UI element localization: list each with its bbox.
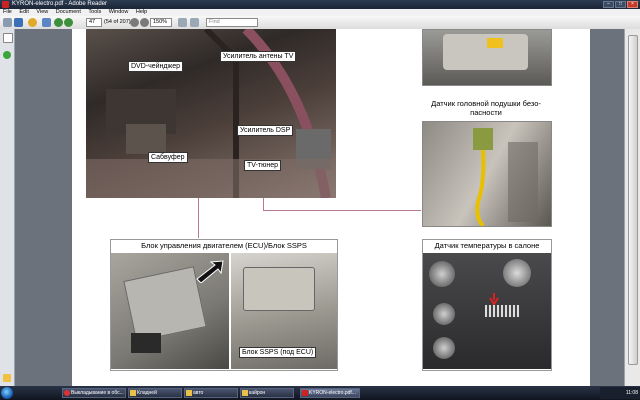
label-tv-antenna-amp: Усилитель антены TV <box>220 51 297 62</box>
menu-tools[interactable]: Tools <box>88 9 101 15</box>
system-tray: 11:08 <box>600 387 640 399</box>
car-interior-photo: DVD-чейнджер Усилитель антены TV Усилите… <box>86 29 336 198</box>
zoom-in-icon[interactable] <box>140 18 149 27</box>
toolbar: 47 (54 of 207) 150% Find <box>0 16 640 30</box>
menu-window[interactable]: Window <box>109 9 129 15</box>
headrest-sensor-caption: Датчик головной подушки безо- пасности <box>431 99 541 117</box>
taskbar-item-5[interactable]: KYRON-electro.pdf... <box>300 388 360 398</box>
collaborate-icon[interactable] <box>28 18 37 27</box>
leader-line-headrest-vertical <box>263 198 264 210</box>
zoom-select[interactable]: 150% <box>150 18 172 27</box>
red-arrow-icon <box>489 293 499 305</box>
knob-bottom-left <box>433 337 455 359</box>
leader-line-ecu <box>198 198 199 238</box>
temp-sensor-caption: Датчик температуры в салоне <box>434 241 540 250</box>
headrest-sensor-drawing <box>473 128 538 226</box>
document-viewer: DVD-чейнджер Усилитель антены TV Усилите… <box>15 29 624 386</box>
ecu-panel: Блок управления двигателем (ECU)/Блок SS… <box>110 239 338 371</box>
knob-top-right <box>503 259 531 287</box>
ssps-unit <box>243 267 315 311</box>
folder-icon <box>242 390 248 396</box>
navigation-pane <box>0 29 15 386</box>
label-ssps: Блок SSPS (под ECU) <box>239 347 317 358</box>
menu-view[interactable]: View <box>36 9 48 15</box>
page-count: (54 of 207) <box>104 19 131 25</box>
attachments-icon[interactable] <box>3 51 11 59</box>
leader-line-headrest-horizontal <box>263 210 421 211</box>
label-subwoofer: Сабвуфер <box>148 152 188 163</box>
taskbar: Выкладывание в обс... Кладней авто кайро… <box>0 386 640 400</box>
vertical-scrollbar[interactable] <box>624 29 640 386</box>
taskbar-item-3[interactable]: авто <box>184 388 238 398</box>
temp-sensor-photo <box>423 253 551 369</box>
knob-top-left <box>429 261 455 287</box>
menu-document[interactable]: Document <box>56 9 81 15</box>
taskbar-item-2[interactable]: Кладней <box>128 388 182 398</box>
ecu-connector <box>131 333 161 353</box>
menu-file[interactable]: File <box>3 9 12 15</box>
adobe-reader-icon <box>2 1 9 8</box>
menu-help[interactable]: Help <box>136 9 147 15</box>
next-page-icon[interactable] <box>64 18 73 27</box>
label-tv-tuner: TV-тюнер <box>244 160 281 171</box>
adobe-reader-icon <box>302 390 308 396</box>
previous-page-icon[interactable] <box>54 18 63 27</box>
taskbar-item-4[interactable]: кайрон <box>240 388 294 398</box>
temp-sensor-panel: Датчик температуры в салоне <box>422 239 552 371</box>
arrow-icon <box>196 260 224 283</box>
knob-middle-left <box>433 303 455 325</box>
headrest-sensor-photo <box>422 121 552 227</box>
comments-icon[interactable] <box>3 374 11 382</box>
airbag-module-photo <box>422 29 552 86</box>
title-bar: KYRON-electro.pdf - Adobe Reader – □ × <box>0 0 640 9</box>
fit-page-icon[interactable] <box>178 18 187 27</box>
scrollbar-thumb[interactable] <box>628 35 638 365</box>
ecu-caption: Блок управления двигателем (ECU)/Блок SS… <box>141 241 307 250</box>
fit-width-icon[interactable] <box>190 18 199 27</box>
label-dsp-amp: Усилитель DSP <box>237 125 294 136</box>
find-input[interactable]: Find <box>206 18 258 27</box>
label-dvd-changer: DVD-чейнджер <box>128 61 183 72</box>
window-title: KYRON-electro.pdf - Adobe Reader <box>12 1 108 7</box>
warning-sticker <box>487 38 503 48</box>
clock[interactable]: 11:08 <box>626 390 638 396</box>
pages-icon[interactable] <box>3 33 13 43</box>
minimize-button[interactable]: – <box>603 1 614 8</box>
folder-icon <box>130 390 136 396</box>
ssps-photo: Блок SSPS (под ECU) <box>231 253 337 369</box>
folder-icon <box>186 390 192 396</box>
select-tool-icon[interactable] <box>42 18 51 27</box>
airbag-module-box <box>443 34 528 70</box>
maximize-button[interactable]: □ <box>615 1 626 8</box>
pdf-page: DVD-чейнджер Усилитель антены TV Усилите… <box>72 29 590 386</box>
car-interior-drawing <box>86 29 336 198</box>
page-number-input[interactable]: 47 <box>86 18 102 27</box>
taskbar-item-1[interactable]: Выкладывание в обс... <box>62 388 126 398</box>
menu-bar: File Edit View Document Tools Window Hel… <box>0 9 640 16</box>
email-icon[interactable] <box>14 18 23 27</box>
print-icon[interactable] <box>3 18 12 27</box>
zoom-out-icon[interactable] <box>130 18 139 27</box>
temperature-sensor-grille <box>485 305 519 317</box>
start-button[interactable] <box>1 387 13 399</box>
menu-edit[interactable]: Edit <box>19 9 28 15</box>
close-button[interactable]: × <box>627 1 638 8</box>
browser-icon <box>64 390 70 396</box>
ecu-photo <box>111 253 229 369</box>
